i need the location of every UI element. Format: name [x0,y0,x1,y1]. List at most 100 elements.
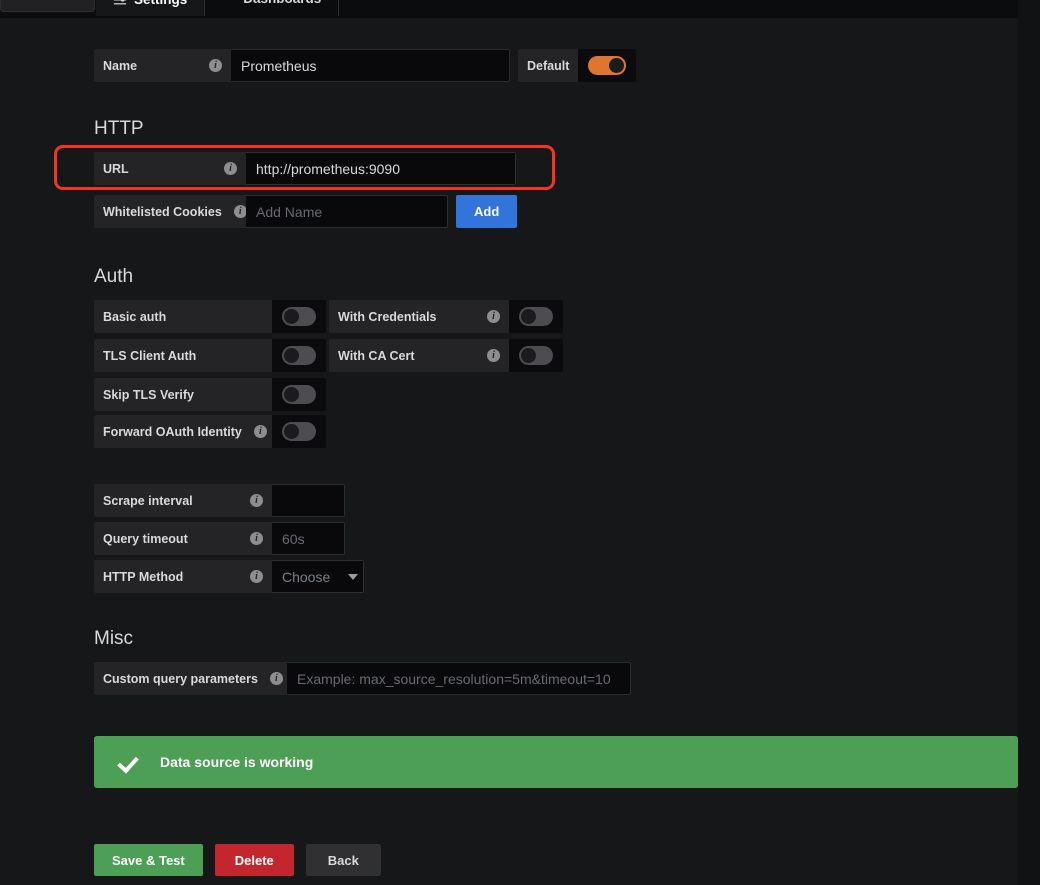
with-credentials-row: With Credentials i [329,300,563,333]
url-row: URL i [94,152,517,185]
toggle-knob [521,348,536,363]
toggle-knob [609,58,625,73]
basic-auth-toggle-cell [272,300,326,333]
basic-auth-label: Basic auth [103,309,167,324]
info-circle-icon[interactable]: i [487,349,500,362]
info-circle-icon[interactable]: i [250,570,263,583]
tls-client-auth-toggle-cell [272,339,326,372]
whitelisted-cookies-label-cell: Whitelisted Cookies i [94,195,247,228]
query-timeout-row: Query timeout i [94,522,364,555]
custom-query-parameters-input[interactable] [287,662,631,695]
name-input[interactable] [231,49,510,82]
info-circle-icon[interactable]: i [233,205,247,218]
tab-settings-label: Settings [134,0,187,7]
basic-auth-label-cell: Basic auth [94,300,272,333]
datasource-settings-page: Settings Dashboards Name i Default [0,0,1040,885]
info-circle-icon[interactable]: i [487,310,500,323]
url-label-cell: URL i [94,152,246,185]
info-circle-icon[interactable]: i [253,425,267,438]
with-credentials-label: With Credentials [338,309,437,324]
tab-settings[interactable]: Settings [96,0,206,16]
tls-client-auth-toggle[interactable] [282,346,316,365]
toggle-knob [284,387,299,402]
with-ca-cert-toggle-cell [509,339,563,372]
add-cookie-button[interactable]: Add [456,195,518,228]
skip-tls-verify-row: Skip TLS Verify [94,378,563,411]
with-ca-cert-toggle[interactable] [519,346,553,365]
info-circle-icon[interactable]: i [250,494,263,507]
info-circle-icon[interactable]: i [224,162,237,175]
tab-bar: Settings Dashboards [96,0,340,16]
url-input[interactable] [246,152,516,185]
http-method-select[interactable]: Choose [272,560,364,593]
tls-client-auth-row: TLS Client Auth [94,339,326,372]
toggle-knob [284,348,299,363]
scrape-interval-label: Scrape interval [103,493,193,508]
sliders-icon [113,0,127,6]
status-alert: Data source is working [94,736,1018,788]
tab-dashboards[interactable]: Dashboards [205,0,340,16]
url-label: URL [103,161,129,176]
http-method-label: HTTP Method [103,569,184,584]
auth-heading: Auth [94,266,134,287]
whitelisted-cookies-label: Whitelisted Cookies [103,204,222,219]
apps-grid-icon [222,0,236,5]
forward-oauth-identity-label: Forward OAuth Identity [103,424,242,439]
with-ca-cert-label-cell: With CA Cert i [329,339,509,372]
custom-query-parameters-label: Custom query parameters [103,671,258,686]
query-timeout-label: Query timeout [103,531,188,546]
query-timeout-input[interactable] [272,522,345,555]
default-label-cell: Default [518,49,579,82]
info-circle-icon[interactable]: i [250,532,263,545]
auth-row: Basic auth With Credentials i [94,300,563,335]
settings-content: Name i Default HTTP URL i [0,18,1018,885]
http-method-value: Choose [282,568,331,585]
scrape-interval-input[interactable] [272,484,345,517]
back-button[interactable]: Back [305,844,381,876]
basic-auth-toggle[interactable] [282,307,316,326]
custom-query-parameters-row: Custom query parameters i [94,662,631,695]
save-and-test-button[interactable]: Save & Test [94,844,203,876]
tls-client-auth-label-cell: TLS Client Auth [94,339,272,372]
status-message: Data source is working [160,754,314,770]
with-credentials-toggle[interactable] [519,307,553,326]
delete-button[interactable]: Delete [214,844,294,876]
info-circle-icon[interactable]: i [269,672,283,685]
skip-tls-verify-label: Skip TLS Verify [103,387,195,402]
chevron-down-icon [348,573,359,580]
whitelisted-cookies-input[interactable] [246,195,448,228]
whitelisted-cookies-row: Whitelisted Cookies i Add [94,195,518,228]
toggle-knob [521,309,536,324]
scrape-interval-row: Scrape interval i [94,484,364,517]
basic-auth-row: Basic auth [94,300,326,333]
toggle-knob [284,424,299,439]
action-buttons: Save & Test Delete Back [94,844,381,876]
with-ca-cert-label: With CA Cert [338,348,415,363]
default-toggle-cell [578,49,637,82]
forward-oauth-identity-toggle-cell [272,415,326,448]
scrape-interval-label-cell: Scrape interval i [94,484,272,517]
skip-tls-verify-toggle-cell [272,378,326,411]
name-label: Name [103,58,138,73]
skip-tls-verify-toggle[interactable] [282,385,316,404]
http-section: HTTP URL i Whitelisted Cookies i Add [94,118,518,230]
forward-oauth-identity-toggle[interactable] [282,422,316,441]
auth-row: TLS Client Auth With CA Cert i [94,339,563,374]
check-icon [118,752,138,772]
query-options-section: Scrape interval i Query timeout i HTTP M… [94,484,364,595]
skip-tls-verify-label-cell: Skip TLS Verify [94,378,272,411]
info-circle-icon[interactable]: i [209,59,222,72]
toggle-knob [284,309,299,324]
with-credentials-label-cell: With Credentials i [329,300,509,333]
default-toggle[interactable] [588,56,627,75]
name-row: Name i Default [94,49,637,84]
name-label-cell: Name i [94,49,231,82]
right-gutter [1018,0,1040,885]
misc-heading: Misc [94,628,134,649]
with-credentials-toggle-cell [509,300,563,333]
http-heading: HTTP [94,118,144,139]
tls-client-auth-label: TLS Client Auth [103,348,197,363]
custom-query-parameters-label-cell: Custom query parameters i [94,662,287,695]
auth-section: Auth Basic auth With Credentials i TLS C… [94,266,563,450]
http-method-label-cell: HTTP Method i [94,560,272,593]
